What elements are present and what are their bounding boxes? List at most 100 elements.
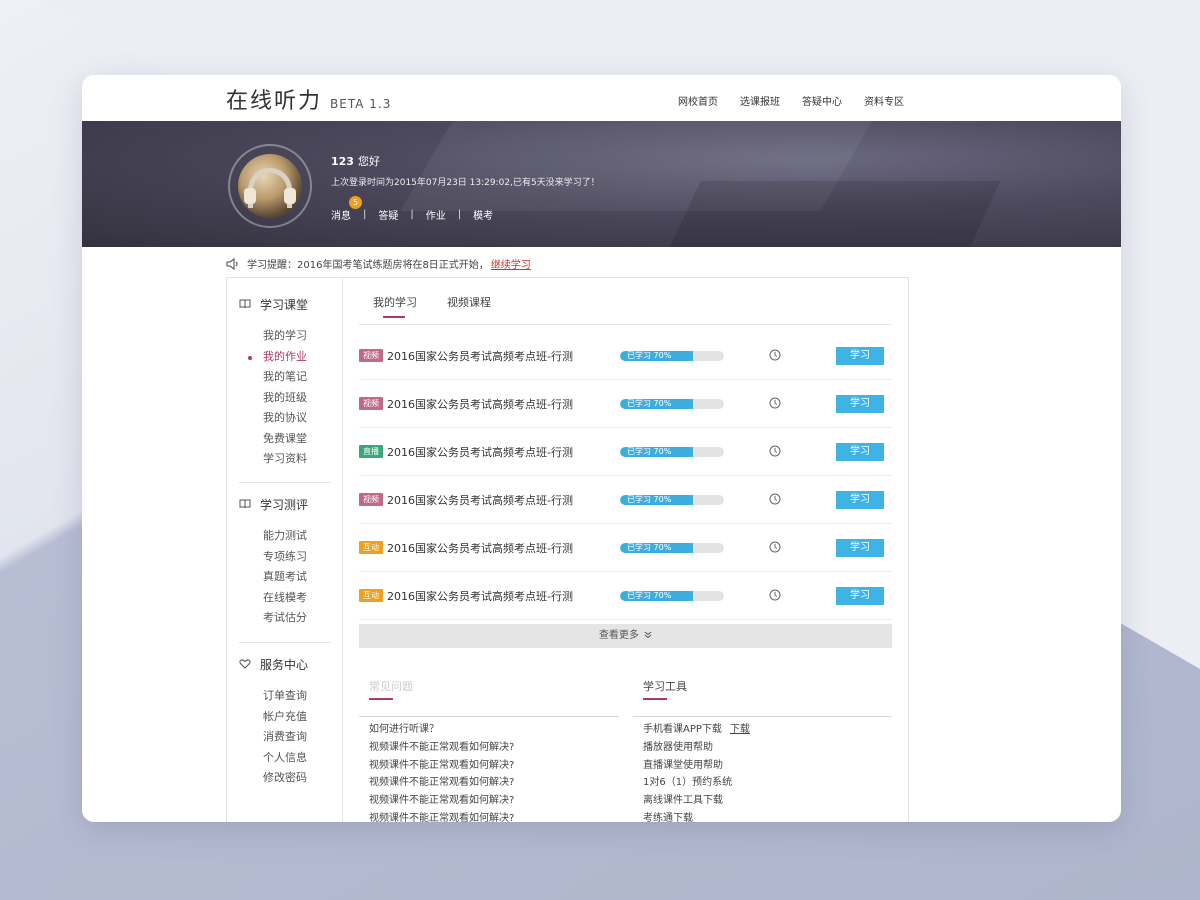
clock-icon[interactable] <box>769 445 781 457</box>
site-version: BETA 1.3 <box>330 97 392 111</box>
sidebar-item-my-homework[interactable]: 我的作业 <box>248 347 331 368</box>
qa-link[interactable]: 答疑 <box>378 207 410 222</box>
clock-icon[interactable] <box>769 493 781 505</box>
clock-icon[interactable] <box>769 589 781 601</box>
course-row: 视频 2016国家公务员考试高频考点班-行测 已学习 70% 学习 <box>359 476 892 524</box>
study-reminder: 学习提醒：2016年国考笔试练题房将在8日正式开始， 继续学习 <box>226 256 531 271</box>
nav-separator: | <box>410 209 414 220</box>
sidebar-item-spending[interactable]: 消费查询 <box>263 727 331 748</box>
top-nav: 网校首页 选课报班 答疑中心 资料专区 <box>678 93 904 108</box>
progress-bar: 已学习 70% <box>620 351 724 361</box>
tab-video-courses[interactable]: 视频课程 <box>447 294 491 318</box>
view-more-label: 查看更多 <box>598 630 639 641</box>
course-type-tag: 互动 <box>359 589 383 602</box>
sidebar-item-profile[interactable]: 个人信息 <box>263 748 331 769</box>
section-title: 服务中心 <box>239 654 331 674</box>
sidebar-item-orders[interactable]: 订单查询 <box>263 686 331 707</box>
sidebar-item-my-class[interactable]: 我的班级 <box>263 388 331 409</box>
tool-item[interactable]: 直播课堂使用帮助 <box>643 757 892 775</box>
sidebar-item-my-agreement[interactable]: 我的协议 <box>263 408 331 429</box>
sidebar-item-study-materials[interactable]: 学习资料 <box>263 449 331 470</box>
download-link[interactable]: 下载 <box>730 724 750 735</box>
course-type-tag: 直播 <box>359 445 383 458</box>
top-header: 在线听力 BETA 1.3 网校首页 选课报班 答疑中心 资料专区 <box>82 75 1121 121</box>
faq-title[interactable]: 常见问题 <box>359 678 619 706</box>
course-title[interactable]: 2016国家公务员考试高频考点班-行测 <box>387 492 619 508</box>
clock-icon[interactable] <box>769 349 781 361</box>
course-title[interactable]: 2016国家公务员考试高频考点班-行测 <box>387 348 619 364</box>
sidebar-item-ability-test[interactable]: 能力测试 <box>263 526 331 547</box>
sidebar-item-recharge[interactable]: 帐户充值 <box>263 707 331 728</box>
nav-materials-link[interactable]: 资料专区 <box>864 93 904 108</box>
nav-qa-link[interactable]: 答疑中心 <box>802 93 842 108</box>
avatar[interactable] <box>238 154 302 218</box>
mock-exam-link[interactable]: 模考 <box>473 207 505 222</box>
user-greeting: 123 您好 <box>331 153 600 169</box>
nav-courses-link[interactable]: 选课报班 <box>740 93 780 108</box>
messages-label: 消息 <box>331 211 351 222</box>
homework-link[interactable]: 作业 <box>426 207 458 222</box>
sidebar-item-free-class[interactable]: 免费课堂 <box>263 429 331 450</box>
sidebar-item-score-estimate[interactable]: 考试估分 <box>263 608 331 629</box>
continue-study-link[interactable]: 继续学习 <box>491 256 531 271</box>
nav-home-link[interactable]: 网校首页 <box>678 93 718 108</box>
study-button[interactable]: 学习 <box>836 395 884 413</box>
sidebar: 学习课堂 我的学习 我的作业 我的笔记 我的班级 我的协议 免费课堂 学习资料 … <box>227 278 343 822</box>
course-title[interactable]: 2016国家公务员考试高频考点班-行测 <box>387 444 619 460</box>
course-title[interactable]: 2016国家公务员考试高频考点班-行测 <box>387 396 619 412</box>
content-area: 我的学习 视频课程 视频 2016国家公务员考试高频考点班-行测 已学习 70%… <box>343 278 910 822</box>
faq-item[interactable]: 视频课件不能正常观看如何解决? <box>369 792 619 810</box>
user-nav: 消息 5 | 答疑 | 作业 | 模考 <box>331 196 505 222</box>
course-title[interactable]: 2016国家公务员考试高频考点班-行测 <box>387 540 619 556</box>
course-title[interactable]: 2016国家公务员考试高频考点班-行测 <box>387 588 619 604</box>
clock-icon[interactable] <box>769 397 781 409</box>
sidebar-item-past-exams[interactable]: 真题考试 <box>263 567 331 588</box>
study-button[interactable]: 学习 <box>836 491 884 509</box>
sidebar-divider <box>239 642 331 643</box>
study-button[interactable]: 学习 <box>836 443 884 461</box>
nav-separator: | <box>363 209 367 220</box>
course-type-tag: 视频 <box>359 397 383 410</box>
sidebar-item-my-notes[interactable]: 我的笔记 <box>263 367 331 388</box>
faq-item[interactable]: 视频课件不能正常观看如何解决? <box>369 739 619 757</box>
tool-item[interactable]: 播放器使用帮助 <box>643 739 892 757</box>
course-type-tag: 互动 <box>359 541 383 554</box>
sidebar-item-online-mock[interactable]: 在线模考 <box>263 588 331 609</box>
chevron-down-icon <box>644 631 652 639</box>
course-row: 互动 2016国家公务员考试高频考点班-行测 已学习 70% 学习 <box>359 572 892 620</box>
messages-link[interactable]: 消息 5 <box>331 196 363 222</box>
tools-title[interactable]: 学习工具 <box>633 678 892 706</box>
tool-item[interactable]: 考练通下载 <box>643 810 892 822</box>
progress-label: 已学习 70% <box>627 591 672 600</box>
course-row: 互动 2016国家公务员考试高频考点班-行测 已学习 70% 学习 <box>359 524 892 572</box>
speaker-icon <box>226 257 238 270</box>
tab-my-study[interactable]: 我的学习 <box>373 294 417 318</box>
progress-bar: 已学习 70% <box>620 447 724 457</box>
study-tools-panel: 学习工具 手机看课APP下载 下载 播放器使用帮助 直播课堂使用帮助 1对6（1）… <box>633 678 892 822</box>
section-service-center: 服务中心 订单查询 帐户充值 消费查询 个人信息 修改密码 <box>239 654 331 789</box>
clock-icon[interactable] <box>769 541 781 553</box>
faq-item[interactable]: 视频课件不能正常观看如何解决? <box>369 774 619 792</box>
section-study-assessment: 学习测评 能力测试 专项练习 真题考试 在线模考 考试估分 <box>239 494 331 629</box>
view-more-button[interactable]: 查看更多 <box>359 624 892 648</box>
faq-item[interactable]: 视频课件不能正常观看如何解决? <box>369 810 619 822</box>
profile-banner: 123 您好 上次登录时间为2015年07月23日 13:29:02,已有5天没来… <box>82 121 1121 247</box>
tool-item[interactable]: 手机看课APP下载 下载 <box>643 721 892 739</box>
progress-bar: 已学习 70% <box>620 591 724 601</box>
logo[interactable]: 在线听力 BETA 1.3 <box>226 83 391 115</box>
study-button[interactable]: 学习 <box>836 539 884 557</box>
sidebar-item-practice[interactable]: 专项练习 <box>263 547 331 568</box>
sidebar-item-change-password[interactable]: 修改密码 <box>263 768 331 789</box>
app-window: 在线听力 BETA 1.3 网校首页 选课报班 答疑中心 资料专区 123 您好 … <box>82 75 1121 822</box>
tool-item[interactable]: 1对6（1）预约系统 <box>643 774 892 792</box>
faq-item[interactable]: 如何进行听课？ <box>369 721 619 739</box>
nav-separator: | <box>457 209 462 220</box>
faq-panel: 常见问题 如何进行听课？ 视频课件不能正常观看如何解决? 视频课件不能正常观看如… <box>359 678 619 822</box>
faq-item[interactable]: 视频课件不能正常观看如何解决? <box>369 757 619 775</box>
user-name: 123 <box>331 155 354 168</box>
study-button[interactable]: 学习 <box>836 347 884 365</box>
tool-item[interactable]: 离线课件工具下载 <box>643 792 892 810</box>
study-button[interactable]: 学习 <box>836 587 884 605</box>
heart-icon <box>239 659 251 669</box>
sidebar-item-my-study[interactable]: 我的学习 <box>263 326 331 347</box>
